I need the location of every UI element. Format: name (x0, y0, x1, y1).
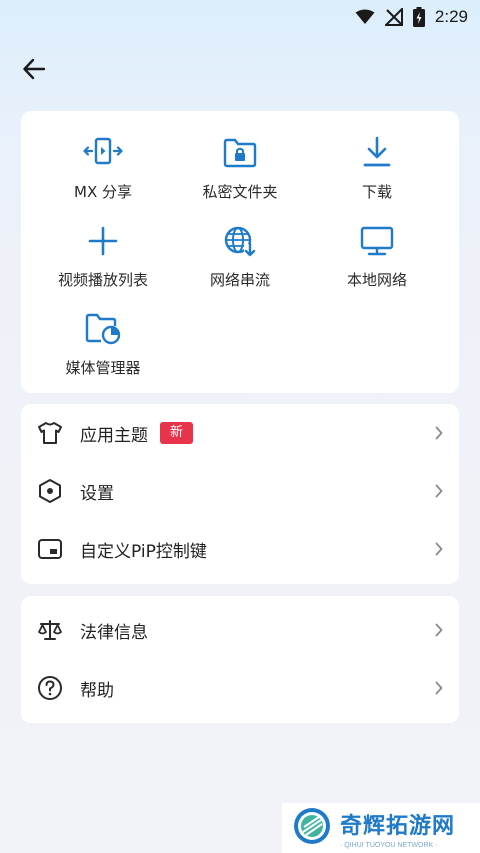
download-icon (357, 135, 397, 171)
private-folder-label: 私密文件夹 (202, 183, 278, 201)
new-badge: 新 (160, 422, 194, 444)
watermark-subtitle: · QIHUI TUOYOU NETWORK · (340, 841, 438, 849)
media-manager-button[interactable]: 媒体管理器 (30, 311, 176, 378)
help-item[interactable]: 帮助 (21, 659, 459, 717)
status-bar: 2:29 (0, 0, 480, 34)
no-signal-icon (384, 8, 403, 26)
app-theme-item[interactable]: 应用主题 新 (21, 404, 459, 462)
mx-share-label: MX 分享 (74, 183, 132, 201)
video-playlist-button[interactable]: 视频播放列表 (30, 223, 176, 290)
download-label: 下载 (361, 183, 392, 201)
local-network-label: 本地网络 (346, 271, 407, 289)
help-circle-icon (36, 674, 64, 702)
scales-icon (36, 616, 64, 644)
media-manager-label: 媒体管理器 (65, 359, 141, 377)
legal-info-item[interactable]: 法律信息 (21, 601, 459, 659)
download-button[interactable]: 下载 (304, 135, 450, 202)
chevron-right-icon (435, 622, 443, 641)
video-playlist-label: 视频播放列表 (57, 271, 148, 289)
legal-info-label: 法律信息 (80, 622, 148, 643)
mx-share-button[interactable]: MX 分享 (30, 135, 176, 202)
chevron-right-icon (435, 541, 443, 560)
shortcuts-card: MX 分享 私密文件夹 下载 视频播放列表 网络串流 本地网络 媒体管理器 (21, 111, 459, 393)
chevron-right-icon (435, 425, 443, 444)
private-folder-icon (220, 135, 260, 171)
shirt-icon (36, 419, 64, 447)
network-stream-label: 网络串流 (209, 271, 270, 289)
back-button[interactable] (16, 54, 52, 84)
chevron-right-icon (435, 680, 443, 699)
battery-charging-icon (412, 7, 425, 27)
custom-pip-label: 自定义PiP控制键 (80, 541, 207, 562)
watermark-title: 奇辉拓游网 (340, 813, 456, 839)
watermark-logo-icon (292, 806, 332, 850)
chevron-right-icon (435, 483, 443, 502)
preferences-card: 应用主题 新 设置 自定义PiP控制键 (21, 404, 459, 584)
watermark: 奇辉拓游网 · QIHUI TUOYOU NETWORK · (282, 803, 480, 853)
settings-hexagon-icon (36, 477, 64, 505)
media-manager-icon (83, 311, 123, 347)
local-network-button[interactable]: 本地网络 (304, 223, 450, 290)
arrow-left-icon (23, 58, 46, 80)
local-network-icon (357, 223, 397, 259)
pip-icon (36, 535, 64, 563)
wifi-icon (355, 9, 375, 25)
custom-pip-controls-item[interactable]: 自定义PiP控制键 (21, 520, 459, 578)
about-card: 法律信息 帮助 (21, 596, 459, 723)
help-label: 帮助 (80, 680, 114, 701)
mx-share-icon (83, 135, 123, 171)
settings-item[interactable]: 设置 (21, 462, 459, 520)
network-stream-icon (220, 223, 260, 259)
network-stream-button[interactable]: 网络串流 (167, 223, 313, 290)
status-time: 2:29 (434, 7, 468, 26)
private-folder-button[interactable]: 私密文件夹 (167, 135, 313, 202)
app-theme-label: 应用主题 (80, 425, 148, 446)
settings-label: 设置 (80, 483, 114, 504)
add-icon (83, 223, 123, 259)
